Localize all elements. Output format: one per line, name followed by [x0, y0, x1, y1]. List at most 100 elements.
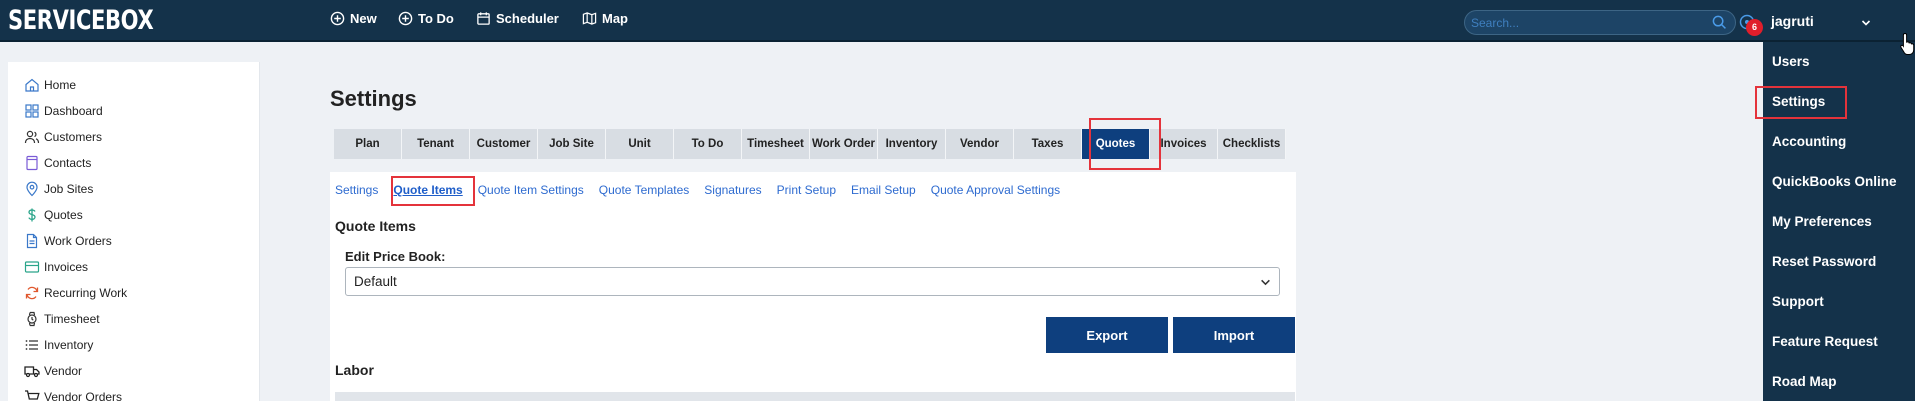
menu-item-quickbooks-online[interactable]: QuickBooks Online — [1772, 174, 1897, 189]
invoice-icon — [24, 261, 40, 273]
watch-icon — [27, 311, 37, 327]
sidebar-item-label: Invoices — [44, 260, 89, 274]
nav-new[interactable]: New — [330, 11, 377, 26]
nav-todo[interactable]: To Do — [398, 11, 454, 26]
export-button[interactable]: Export — [1046, 317, 1168, 353]
sidebar-item-recurring-work[interactable]: Recurring Work — [24, 283, 127, 303]
search-box — [1464, 10, 1736, 35]
tab-unit[interactable]: Unit — [606, 129, 674, 159]
menu-settings-highlight — [1755, 86, 1847, 119]
contact-book-icon — [26, 155, 38, 171]
subtab-print-setup[interactable]: Print Setup — [777, 183, 836, 197]
sidebar-item-label: Timesheet — [44, 312, 100, 326]
sidebar-item-label: Work Orders — [44, 234, 112, 248]
subtab-email-setup[interactable]: Email Setup — [851, 183, 916, 197]
sidebar-item-label: Inventory — [44, 338, 94, 352]
search-input[interactable] — [1471, 14, 1696, 32]
dashboard-icon — [25, 104, 39, 118]
cart-icon — [25, 390, 40, 400]
section-title-quote-items: Quote Items — [335, 218, 416, 234]
sidebar-item-invoices[interactable]: Invoices — [24, 257, 88, 277]
recurring-icon — [25, 286, 39, 300]
sidebar-item-vendor[interactable]: Vendor — [24, 361, 82, 381]
sidebar-item-label: Vendor — [44, 364, 83, 378]
sidebar: Home Dashboard Customers Contacts Job Si… — [8, 62, 260, 401]
sidebar-item-label: Customers — [44, 130, 103, 144]
list-icon — [25, 340, 38, 350]
plus-circle-icon — [330, 11, 345, 26]
sidebar-item-customers[interactable]: Customers — [24, 127, 102, 147]
page-title: Settings — [330, 86, 417, 111]
menu-item-accounting[interactable]: Accounting — [1772, 134, 1846, 149]
search-icon[interactable] — [1712, 15, 1727, 30]
tab-checklists[interactable]: Checklists — [1218, 129, 1286, 159]
home-icon — [25, 78, 39, 92]
tab-job-site[interactable]: Job Site — [538, 129, 606, 159]
sidebar-item-inventory[interactable]: Inventory — [24, 335, 93, 355]
menu-item-road-map[interactable]: Road Map — [1772, 374, 1837, 389]
sidebar-item-home[interactable]: Home — [24, 75, 76, 95]
sidebar-item-label: Job Sites — [44, 182, 94, 196]
location-pin-icon — [26, 181, 38, 197]
document-icon — [26, 233, 38, 249]
top-navbar: SERVICEBOX New To Do Scheduler Map 6 jag… — [0, 0, 1915, 42]
nav-map[interactable]: Map — [582, 11, 628, 26]
sidebar-item-dashboard[interactable]: Dashboard — [24, 101, 103, 121]
sidebar-item-quotes[interactable]: Quotes — [24, 205, 83, 225]
subtab-quote-item-settings[interactable]: Quote Item Settings — [478, 183, 584, 197]
active-subtab-highlight — [391, 176, 475, 206]
users-icon — [24, 130, 40, 144]
nav-todo-label: To Do — [418, 11, 454, 26]
chevron-down-icon[interactable] — [1861, 18, 1871, 28]
tab-timesheet[interactable]: Timesheet — [742, 129, 810, 159]
nav-scheduler-label: Scheduler — [496, 11, 559, 26]
section-title-labor: Labor — [335, 362, 374, 378]
sidebar-item-job-sites[interactable]: Job Sites — [24, 179, 93, 199]
sidebar-item-vendor-orders[interactable]: Vendor Orders — [24, 387, 122, 401]
nav-scheduler[interactable]: Scheduler — [476, 11, 559, 26]
dollar-icon — [28, 208, 36, 222]
tab-vendor[interactable]: Vendor — [946, 129, 1014, 159]
subtab-quote-templates[interactable]: Quote Templates — [599, 183, 690, 197]
user-menu-toggle[interactable]: jagruti — [1771, 13, 1814, 29]
plus-circle-icon — [398, 11, 413, 26]
subtab-signatures[interactable]: Signatures — [704, 183, 761, 197]
sidebar-item-label: Vendor Orders — [44, 390, 123, 401]
nav-new-label: New — [350, 11, 377, 26]
truck-icon — [24, 366, 40, 378]
tab-tenant[interactable]: Tenant — [402, 129, 470, 159]
sidebar-item-contacts[interactable]: Contacts — [24, 153, 91, 173]
mouse-cursor-icon — [1900, 32, 1915, 55]
nav-map-label: Map — [602, 11, 628, 26]
labor-table-header — [335, 392, 1295, 401]
menu-item-feature-request[interactable]: Feature Request — [1772, 334, 1878, 349]
subtab-quote-approval-settings[interactable]: Quote Approval Settings — [931, 183, 1060, 197]
tab-plan[interactable]: Plan — [334, 129, 402, 159]
price-book-select[interactable]: Default — [345, 267, 1280, 296]
tab-inventory[interactable]: Inventory — [878, 129, 946, 159]
active-tab-highlight — [1089, 118, 1161, 170]
subtab-settings[interactable]: Settings — [335, 183, 378, 197]
menu-item-users[interactable]: Users — [1772, 54, 1810, 69]
price-book-value: Default — [354, 274, 397, 289]
sidebar-item-label: Contacts — [44, 156, 92, 170]
map-icon — [582, 12, 597, 25]
tab-customer[interactable]: Customer — [470, 129, 538, 159]
menu-item-support[interactable]: Support — [1772, 294, 1824, 309]
calendar-icon — [477, 12, 490, 25]
chevron-down-icon — [1261, 279, 1270, 286]
sidebar-item-timesheet[interactable]: Timesheet — [24, 309, 100, 329]
tab-to-do[interactable]: To Do — [674, 129, 742, 159]
sidebar-item-label: Dashboard — [44, 104, 103, 118]
sidebar-item-work-orders[interactable]: Work Orders — [24, 231, 112, 251]
sidebar-item-label: Quotes — [44, 208, 83, 222]
menu-item-my-preferences[interactable]: My Preferences — [1772, 214, 1872, 229]
notification-badge[interactable]: 6 — [1746, 19, 1763, 36]
app-logo[interactable]: SERVICEBOX — [8, 5, 154, 36]
tab-work-order[interactable]: Work Order — [810, 129, 878, 159]
price-book-label: Edit Price Book: — [345, 249, 446, 264]
menu-item-reset-password[interactable]: Reset Password — [1772, 254, 1876, 269]
tab-taxes[interactable]: Taxes — [1014, 129, 1082, 159]
import-button[interactable]: Import — [1173, 317, 1295, 353]
sidebar-item-label: Recurring Work — [44, 286, 128, 300]
